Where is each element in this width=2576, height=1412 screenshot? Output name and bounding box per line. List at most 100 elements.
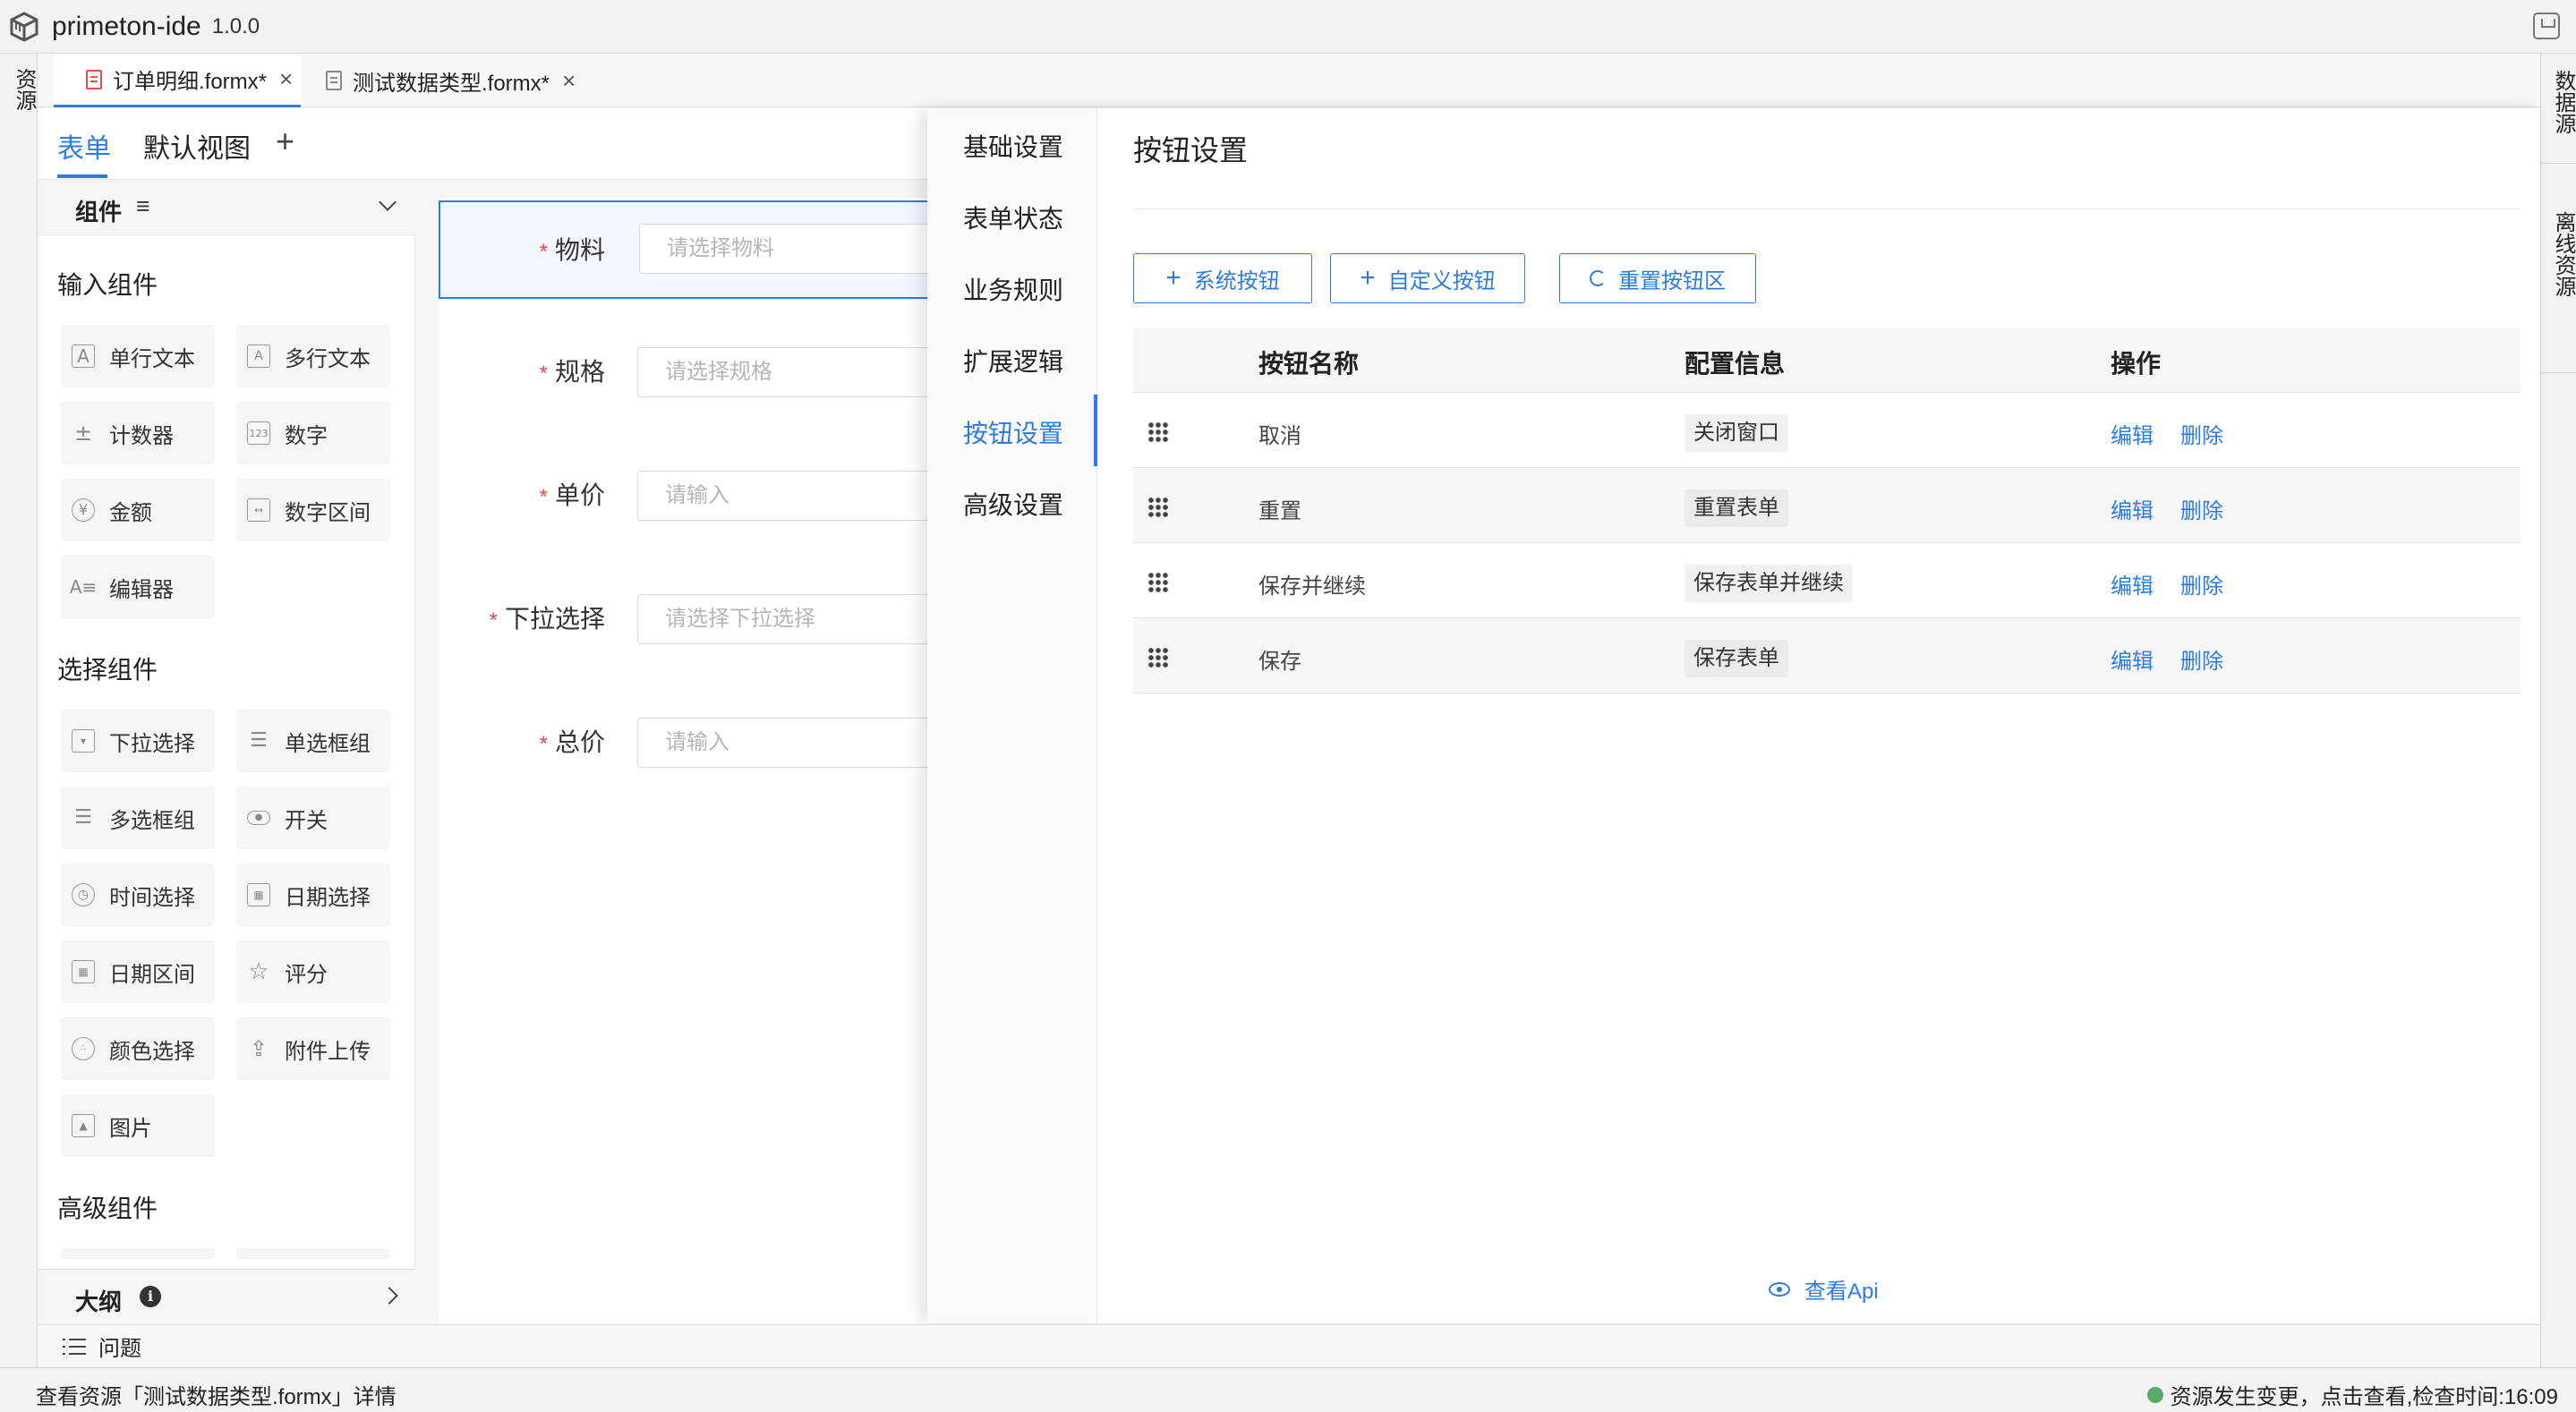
component-date-picker[interactable]: ▦ 日期选择	[236, 863, 390, 926]
form-file-icon	[326, 71, 342, 90]
component-dropdown[interactable]: ▾ 下拉选择	[61, 710, 215, 772]
component-switch[interactable]: ● 开关	[236, 787, 390, 849]
nav-business-rules[interactable]: 业务规则	[963, 271, 1063, 307]
form-field-total-price[interactable]: * 总价 请输入	[439, 694, 933, 793]
delete-link[interactable]: 删除	[2180, 418, 2223, 449]
component-number[interactable]: 123 数字	[236, 402, 390, 464]
editor-tab-label: 测试数据类型.formx*	[353, 71, 550, 96]
component-multi-line-text[interactable]: A 多行文本	[236, 325, 390, 387]
field-label: * 规格	[539, 358, 605, 386]
field-label: * 单价	[539, 481, 605, 509]
delete-link[interactable]: 删除	[2180, 493, 2223, 524]
app-title: primeton-ide	[52, 11, 201, 41]
component-date-range[interactable]: ▦ 日期区间	[61, 940, 215, 1003]
component-editor[interactable]: A≡ 编辑器	[61, 556, 215, 618]
form-field-spec[interactable]: * 规格 请选择规格	[439, 324, 933, 422]
component-attachment-upload[interactable]: ⇪ 附件上传	[236, 1017, 390, 1080]
config-tag: 保存表单并继续	[1685, 565, 1853, 602]
component-amount[interactable]: ¥ 金额	[61, 479, 215, 541]
drag-handle-icon[interactable]	[1147, 647, 1169, 668]
right-side-strip: 数据源 离线资源	[2540, 54, 2576, 1367]
edit-link[interactable]: 编辑	[2111, 643, 2154, 675]
form-field-unit-price[interactable]: * 单价 请输入	[439, 447, 933, 546]
component-panel-header[interactable]: 组件 ≡	[38, 180, 415, 235]
component-checkbox-group[interactable]: ☰ 多选框组	[61, 787, 215, 849]
component-single-line-text[interactable]: A 单行文本	[61, 325, 215, 387]
spec-select[interactable]: 请选择规格	[637, 347, 933, 397]
required-mark: *	[539, 362, 548, 386]
component-number-range[interactable]: ↔ 数字区间	[236, 479, 390, 541]
calendar-range-icon: ▦	[72, 960, 95, 983]
outline-bar[interactable]: 大纲 i	[38, 1269, 415, 1324]
edit-link[interactable]: 编辑	[2111, 493, 2154, 524]
component-radio-group[interactable]: ☰ 单选框组	[236, 710, 390, 772]
column-header-name: 按钮名称	[1258, 350, 1360, 378]
material-select[interactable]: 请选择物料	[639, 224, 934, 274]
add-view-button[interactable]: +	[276, 123, 294, 160]
dropdown-select[interactable]: 请选择下拉选择	[637, 594, 933, 644]
number-range-icon: ↔	[247, 498, 270, 522]
problems-panel-bar[interactable]: 问题	[38, 1324, 2540, 1367]
button-name: 取消	[1258, 424, 1301, 448]
edit-link[interactable]: 编辑	[2111, 568, 2154, 600]
status-change-text: 资源发生变更，点击查看,检查时间:16:09	[2170, 1385, 2558, 1409]
editor-tab-order-detail[interactable]: 订单明细.formx* ×	[54, 54, 301, 107]
delete-link[interactable]: 删除	[2180, 643, 2223, 675]
tab-form[interactable]: 表单	[57, 126, 111, 166]
reset-button-area-button[interactable]: 重置按钮区	[1559, 253, 1756, 303]
data-source-strip-tab[interactable]: 数据源	[2541, 61, 2576, 143]
component-label: 金额	[109, 500, 152, 525]
offline-resources-strip-tab[interactable]: 离线资源	[2541, 202, 2576, 306]
nav-extension-logic[interactable]: 扩展逻辑	[963, 343, 1063, 379]
resources-strip-tab[interactable]: 资源	[0, 59, 38, 120]
component-advanced-partial[interactable]	[236, 1248, 390, 1259]
component-color-picker[interactable]: ∴ 颜色选择	[61, 1017, 215, 1080]
close-icon[interactable]: ×	[279, 65, 293, 93]
currency-icon: ¥	[72, 498, 95, 522]
close-icon[interactable]: ×	[562, 67, 576, 95]
component-image[interactable]: ▲ 图片	[61, 1094, 215, 1157]
radio-list-icon: ☰	[250, 729, 268, 752]
nav-form-state[interactable]: 表单状态	[963, 200, 1063, 235]
drag-handle-icon[interactable]	[1147, 421, 1169, 443]
component-rating[interactable]: ☆ 评分	[236, 940, 390, 1003]
component-label: 开关	[285, 808, 328, 833]
clock-icon: ◷	[72, 883, 95, 906]
window-save-icon[interactable]	[2533, 13, 2560, 39]
required-mark: *	[539, 240, 548, 264]
field-label: * 总价	[539, 728, 605, 756]
component-advanced-partial[interactable]	[61, 1248, 215, 1259]
delete-link[interactable]: 删除	[2180, 568, 2223, 600]
form-field-material[interactable]: * 物料 请选择物料	[439, 200, 934, 299]
checkbox-list-icon: ☰	[74, 806, 92, 829]
chevron-down-icon[interactable]	[379, 193, 397, 211]
add-custom-button[interactable]: + 自定义按钮	[1330, 253, 1525, 303]
component-counter[interactable]: ± 计数器	[61, 402, 215, 464]
tab-default-view[interactable]: 默认视图	[143, 126, 251, 166]
textarea-icon: A	[247, 344, 270, 368]
view-api-link[interactable]: 查看Api	[1769, 1273, 1879, 1305]
drag-handle-icon[interactable]	[1147, 572, 1169, 593]
status-resource-detail[interactable]: 查看资源「测试数据类型.formx」详情	[36, 1379, 397, 1410]
table-row: 保存 保存表单 编辑 删除	[1133, 618, 2521, 693]
chevron-right-icon[interactable]	[380, 1287, 398, 1305]
component-time-picker[interactable]: ◷ 时间选择	[61, 863, 215, 926]
component-label: 多选框组	[109, 808, 195, 833]
editor-tab-test-data-type[interactable]: 测试数据类型.formx* ×	[326, 54, 630, 107]
nav-button-settings[interactable]: 按钮设置	[963, 414, 1063, 450]
unit-price-input[interactable]: 请输入	[637, 471, 933, 521]
menu-icon[interactable]: ≡	[136, 192, 149, 220]
settings-nav: 基础设置 表单状态 业务规则 扩展逻辑 按钮设置 高级设置	[927, 108, 1097, 1323]
nav-basic-settings[interactable]: 基础设置	[963, 128, 1063, 164]
form-field-dropdown[interactable]: * 下拉选择 请选择下拉选择	[439, 571, 933, 669]
edit-link[interactable]: 编辑	[2111, 418, 2154, 449]
nav-advanced-settings[interactable]: 高级设置	[963, 486, 1063, 522]
status-resource-changed[interactable]: 资源发生变更，点击查看,检查时间:16:09	[2146, 1379, 2558, 1410]
editor-tab-label: 订单明细.formx*	[113, 70, 268, 94]
table-row: 取消 关闭窗口 编辑 删除	[1133, 393, 2521, 468]
total-price-input[interactable]: 请输入	[637, 718, 933, 768]
add-system-button[interactable]: + 系统按钮	[1133, 253, 1312, 303]
star-icon: ☆	[248, 958, 269, 985]
info-icon[interactable]: i	[140, 1286, 161, 1307]
drag-handle-icon[interactable]	[1147, 497, 1169, 518]
